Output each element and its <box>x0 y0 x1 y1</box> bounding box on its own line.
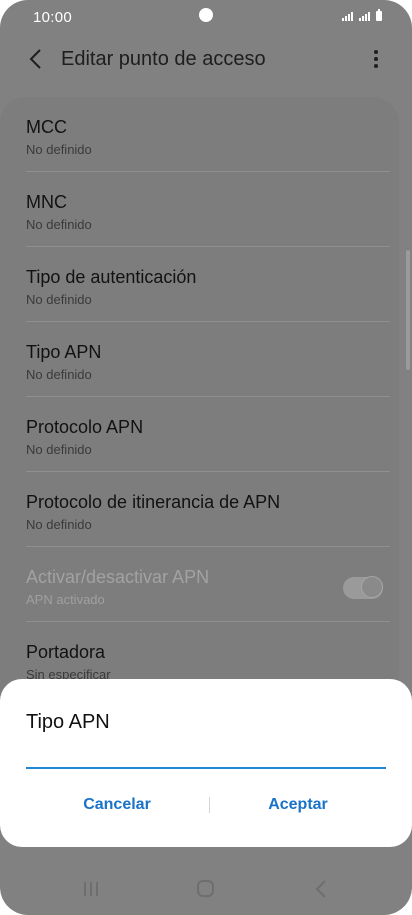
item-title: Activar/desactivar APN <box>26 567 210 587</box>
app-bar: Editar punto de acceso <box>0 36 412 84</box>
back-button[interactable] <box>22 46 48 72</box>
item-subtitle: No definido <box>26 517 92 532</box>
navigation-bar <box>0 862 412 915</box>
status-icons <box>342 9 382 21</box>
item-subtitle: No definido <box>26 367 92 382</box>
nav-back-button[interactable] <box>314 879 328 904</box>
item-title: MCC <box>26 117 67 137</box>
item-title: Tipo APN <box>26 342 102 362</box>
list-item-mcc[interactable]: MCC No definido <box>26 97 390 172</box>
battery-icon <box>376 9 382 21</box>
home-button[interactable] <box>197 880 214 897</box>
recents-icon <box>84 882 98 896</box>
accept-button[interactable]: Aceptar <box>208 790 388 820</box>
apn-type-input[interactable] <box>26 739 386 769</box>
status-bar: 10:00 <box>0 0 412 36</box>
list-item-mnc[interactable]: MNC No definido <box>26 172 390 247</box>
dialog-title: Tipo APN <box>26 711 110 733</box>
item-title: Protocolo APN <box>26 417 144 437</box>
more-vertical-icon <box>374 50 378 68</box>
cancel-button[interactable]: Cancelar <box>27 790 207 820</box>
status-time: 10:00 <box>33 9 73 26</box>
toggle-knob <box>361 576 383 598</box>
item-title: MNC <box>26 192 67 212</box>
item-subtitle: APN activado <box>26 592 105 607</box>
phone-screen: 10:00 Editar punto de acceso MCC No defi… <box>0 0 412 915</box>
recents-button[interactable] <box>82 880 100 903</box>
chevron-left-icon <box>29 49 41 69</box>
item-title: Tipo de autenticación <box>26 267 197 287</box>
list-item-apn-type[interactable]: Tipo APN No definido <box>26 322 390 397</box>
list-item-roaming-protocol[interactable]: Protocolo de itinerancia de APN No defin… <box>26 472 390 547</box>
scrollbar[interactable] <box>406 250 410 370</box>
signal-icon <box>342 12 353 21</box>
list-item-apn-enable: Activar/desactivar APN APN activado <box>26 547 390 622</box>
item-subtitle: No definido <box>26 217 92 232</box>
signal-icon-2 <box>359 12 370 21</box>
more-options-button[interactable] <box>364 46 388 72</box>
list-item-auth-type[interactable]: Tipo de autenticación No definido <box>26 247 390 322</box>
camera-cutout <box>199 8 213 22</box>
page-title: Editar punto de acceso <box>61 48 266 70</box>
item-title: Protocolo de itinerancia de APN <box>26 492 281 512</box>
nav-back-icon <box>315 880 326 898</box>
list-item-apn-protocol[interactable]: Protocolo APN No definido <box>26 397 390 472</box>
apn-enable-toggle <box>343 576 383 599</box>
item-subtitle: No definido <box>26 442 92 457</box>
item-subtitle: No definido <box>26 142 92 157</box>
item-subtitle: No definido <box>26 292 92 307</box>
item-title: Portadora <box>26 642 106 662</box>
